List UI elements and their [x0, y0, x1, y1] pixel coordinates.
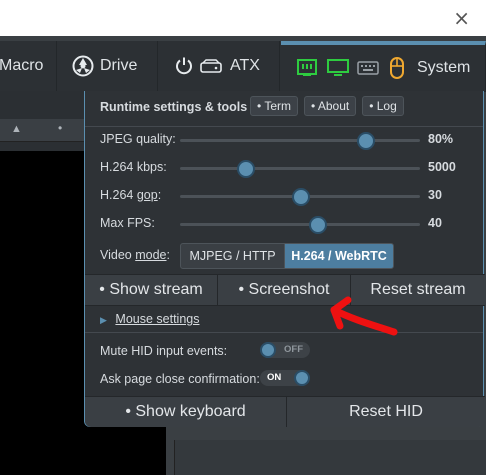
nav-drive-label: Drive [100, 57, 138, 74]
slider-knob[interactable] [292, 188, 310, 206]
video-mode-label-ul: mode [135, 248, 167, 262]
mute-hid-toggle[interactable]: OFF [260, 342, 310, 358]
divider [85, 126, 483, 127]
bottom-buttons: • Show keyboard Reset HID [85, 396, 485, 427]
side-toolbar: ▲ • [0, 119, 86, 142]
mute-hid-state: OFF [284, 344, 303, 355]
panel-header: Runtime settings & tools [100, 100, 248, 114]
nav-system-label: System [417, 59, 471, 76]
video-mode-label-text: Video [100, 248, 136, 262]
page-close-state: ON [267, 372, 282, 383]
slider-knob[interactable] [308, 216, 327, 234]
h264-kbps-slider[interactable] [180, 160, 420, 178]
page-close-toggle[interactable]: ON [260, 370, 310, 386]
jpeg-quality-label: JPEG quality: [100, 132, 176, 146]
nav-atx[interactable]: ATX [158, 41, 280, 91]
jpeg-quality-slider[interactable] [180, 132, 420, 150]
mouse-settings-link[interactable]: ▶ Mouse settings [100, 312, 199, 326]
jpeg-quality-value: 80% [428, 132, 454, 146]
h264-gop-label: H.264 gop: [100, 188, 161, 202]
h264-gop-label-ul: gop [136, 188, 158, 202]
power-icon [176, 57, 192, 75]
h264-kbps-row: H.264 kbps: 5000 [100, 158, 470, 178]
system-menu: Runtime settings & tools • Term • About … [84, 91, 485, 427]
nav-macro-label: Macro [0, 57, 44, 74]
up-arrow-icon[interactable]: ▲ [11, 123, 22, 135]
log-button[interactable]: • Log [362, 96, 404, 116]
mute-hid-label: Mute HID input events: [100, 344, 228, 358]
mouse-settings-label: Mouse settings [115, 312, 200, 326]
h264-kbps-value: 5000 [428, 160, 456, 174]
max-fps-label: Max FPS: [100, 216, 155, 230]
h264-gop-label-text: H.264 [100, 188, 137, 202]
stream-buttons: • Show stream • Screenshot Reset stream [85, 274, 485, 306]
nav-drive[interactable]: Drive [57, 41, 158, 91]
hdd-icon [200, 59, 222, 73]
about-button[interactable]: • About [303, 96, 357, 116]
video-mode-label: Video mode: [100, 248, 170, 262]
video-mode-label-end: : [166, 248, 170, 262]
mute-hid-row: Mute HID input events: OFF [100, 342, 470, 362]
navbar: Macro Drive ATX System [0, 41, 486, 92]
triangle-right-icon: ▶ [100, 315, 107, 325]
video-mode-row: Video mode: MJPEG / HTTP H.264 / WebRTC [100, 243, 470, 269]
max-fps-row: Max FPS: 40 [100, 214, 470, 234]
h264-gop-row: H.264 gop: 30 [100, 186, 470, 206]
h264-gop-label-end: : [157, 188, 162, 202]
h264-webrtc-button[interactable]: H.264 / WebRTC [284, 243, 394, 269]
term-button[interactable]: • Term [250, 96, 298, 116]
dot-icon[interactable]: • [58, 121, 62, 135]
close-icon[interactable]: × [453, 6, 470, 30]
nav-system[interactable]: System [281, 41, 486, 91]
right-area [174, 440, 486, 475]
page-close-row: Ask page close confirmation: ON [100, 370, 470, 390]
toggle-knob [260, 342, 276, 358]
red-arrow-icon [330, 296, 398, 336]
nav-macro[interactable]: Macro [0, 41, 57, 91]
slider-knob[interactable] [356, 132, 375, 150]
show-stream-button[interactable]: • Show stream [85, 275, 218, 305]
h264-kbps-label: H.264 kbps: [100, 160, 167, 174]
mjpeg-http-button[interactable]: MJPEG / HTTP [180, 243, 285, 269]
jpeg-quality-row: JPEG quality: 80% [100, 130, 470, 150]
monitor-icon [327, 59, 349, 76]
show-keyboard-button[interactable]: • Show keyboard [85, 397, 287, 427]
network-icon [297, 59, 317, 76]
drive-icon [72, 55, 94, 77]
h264-gop-slider[interactable] [180, 188, 420, 206]
max-fps-slider[interactable] [180, 216, 420, 234]
toggle-knob [294, 370, 310, 386]
divider [85, 332, 483, 333]
max-fps-value: 40 [428, 216, 442, 230]
h264-gop-value: 30 [428, 188, 442, 202]
page-close-label: Ask page close confirmation: [100, 372, 260, 386]
keyboard-icon [357, 61, 379, 75]
reset-hid-button[interactable]: Reset HID [287, 397, 485, 427]
mouse-icon [390, 57, 404, 79]
title-bar: × [0, 0, 486, 36]
nav-atx-label: ATX [230, 57, 260, 74]
slider-knob[interactable] [236, 160, 255, 178]
